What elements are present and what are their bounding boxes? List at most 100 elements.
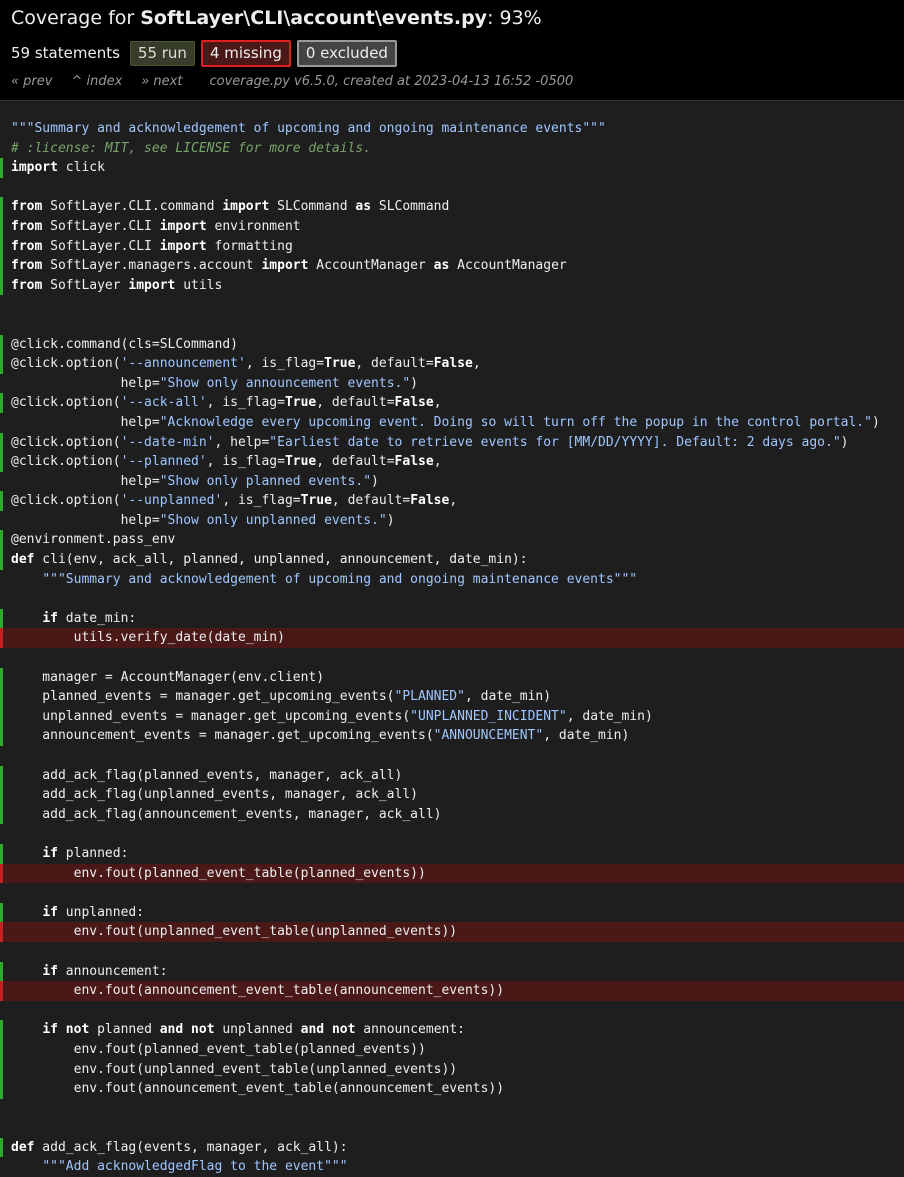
code-line: """Summary and acknowledgement of upcomi… [0, 119, 904, 139]
code-line-run: if unplanned: [0, 902, 904, 923]
code-line: help="Show only planned events.") [0, 472, 904, 492]
code-text: planned [89, 1022, 160, 1038]
code-keyword: from [11, 258, 43, 274]
excluded-toggle-button[interactable]: 0 excluded [296, 39, 397, 67]
file-path: SoftLayer\CLI\account\events.py [140, 7, 488, 29]
code-line-run: unplanned_events = manager.get_upcoming_… [0, 706, 904, 727]
code-line-run: from SoftLayer.managers.account import A… [0, 256, 904, 276]
code-keyword: import [159, 218, 207, 234]
report-header: Coverage for SoftLayer\CLI\account\event… [0, 0, 904, 101]
code-text: SoftLayer.CLI.command [42, 199, 223, 215]
code-keyword: and [159, 1022, 184, 1038]
code-text: ) [410, 375, 418, 391]
code-text: SLCommand [269, 199, 356, 215]
code-text: , is_flag= [206, 395, 285, 411]
code-text: , help= [214, 434, 270, 450]
code-text: manager = AccountManager(env.client) [11, 669, 325, 685]
code-keyword: as [433, 258, 450, 274]
code-text: add_ack_flag(announcement_events, manage… [11, 806, 442, 822]
code-text: , date_min) [464, 689, 552, 705]
index-link[interactable]: ^ index [71, 74, 122, 89]
coverage-percent: : 93% [487, 7, 542, 29]
code-text: , date_min) [543, 728, 630, 744]
code-string: '--date-min' [120, 434, 215, 450]
code-keyword: not [331, 1022, 356, 1038]
code-line: # :license: MIT, see LICENSE for more de… [0, 139, 904, 159]
code-string: "Show only planned events." [159, 473, 372, 489]
code-text: @click.option( [11, 395, 121, 411]
code-keyword: False [433, 356, 473, 372]
code-text: , date_min) [566, 708, 653, 724]
code-text: add_ack_flag(planned_events, manager, ac… [11, 767, 403, 783]
code-keyword: if [42, 904, 58, 920]
code-string: "Show only unplanned events." [159, 512, 387, 528]
file-navigation: « prev ^ index » next coverage.py v6.5.0… [11, 74, 893, 89]
code-text: , [472, 356, 481, 372]
code-text: , default= [316, 395, 395, 411]
code-line-run: if planned: [0, 843, 904, 864]
code-text: click [57, 160, 105, 176]
code-line-run: announcement_events = manager.get_upcomi… [0, 726, 904, 746]
run-toggle-button[interactable]: 55 run [129, 40, 195, 66]
code-line-run: @click.option('--announcement', is_flag=… [0, 354, 904, 374]
code-string: "Show only announcement events." [159, 375, 411, 391]
code-line-run: @environment.pass_env [0, 530, 904, 551]
code-line-run: planned_events = manager.get_upcoming_ev… [0, 687, 904, 707]
code-string: "Earliest date to retrieve events for [M… [269, 434, 841, 450]
code-line-run: add_ack_flag(announcement_events, manage… [0, 804, 904, 825]
code-text: formatting [206, 238, 293, 254]
code-line-run: @click.option('--unplanned', is_flag=Tru… [0, 491, 904, 511]
statement-count: 59 statements [11, 44, 120, 62]
code-string: "UNPLANNED_INCIDENT" [410, 708, 567, 724]
code-string: """Add acknowledgedFlag to the event""" [42, 1159, 348, 1175]
code-keyword: True [324, 356, 356, 372]
missing-toggle-button[interactable]: 4 missing [200, 39, 291, 67]
code-text: announcement: [57, 963, 168, 979]
next-link[interactable]: » next [141, 74, 182, 89]
code-text: @click.option( [11, 356, 121, 372]
code-text: cli(env, ack_all, planned, unplanned, an… [34, 552, 528, 568]
code-text: env.fout(announcement_event_table(announ… [11, 1081, 505, 1097]
code-keyword: False [394, 454, 434, 470]
code-text: SoftLayer.CLI [42, 238, 160, 254]
code-text: env.fout(planned_event_table(planned_eve… [11, 865, 426, 881]
code-line-run: env.fout(planned_event_table(planned_eve… [0, 1039, 904, 1060]
code-line-run: import click [0, 158, 904, 178]
title-prefix: Coverage for [11, 7, 141, 29]
code-text: ) [871, 414, 880, 430]
code-string: '--unplanned' [120, 493, 223, 509]
code-text: help= [11, 512, 160, 528]
code-line: """Summary and acknowledgement of upcomi… [0, 570, 904, 590]
code-text: unplanned: [57, 904, 145, 920]
code-line-run: manager = AccountManager(env.client) [0, 667, 904, 688]
code-text: announcement: [355, 1022, 465, 1038]
code-string: "PLANNED" [394, 689, 465, 705]
code-text: unplanned_events = manager.get_upcoming_… [11, 708, 411, 724]
code-keyword: if [42, 610, 58, 626]
code-text: environment [206, 218, 301, 234]
code-text: SoftLayer.CLI [42, 218, 160, 234]
code-keyword: import [159, 238, 207, 254]
prev-link[interactable]: « prev [11, 74, 52, 89]
code-line-missing: env.fout(planned_event_table(planned_eve… [0, 863, 904, 884]
code-text: env.fout(unplanned_event_table(unplanned… [11, 924, 458, 940]
code-text: date_min: [57, 610, 137, 626]
code-line-run: if not planned and not unplanned and not… [0, 1020, 904, 1040]
code-keyword: from [11, 199, 43, 215]
code-text: SoftLayer [42, 277, 129, 293]
code-text: , default= [355, 356, 434, 372]
code-keyword: from [11, 238, 43, 254]
code-text: add_ack_flag(events, manager, ack_all): [34, 1139, 348, 1155]
